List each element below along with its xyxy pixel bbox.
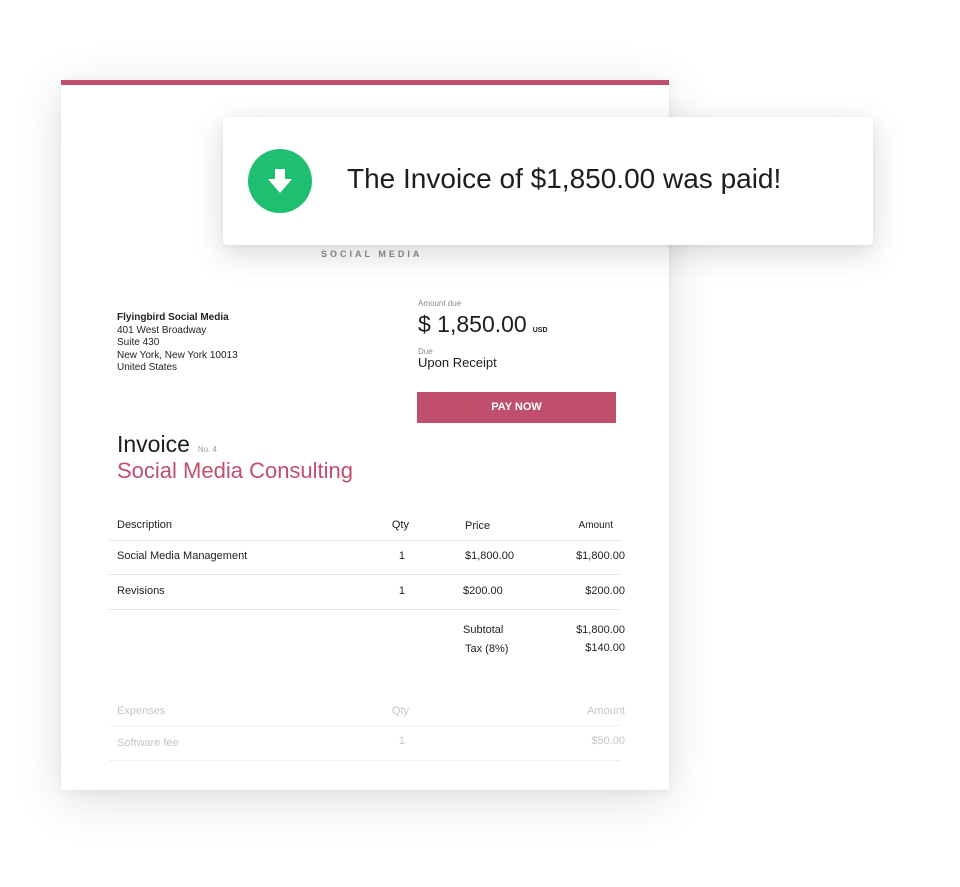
sender-company: Flyingbird Social Media bbox=[117, 312, 229, 323]
invoice-subject: Social Media Consulting bbox=[117, 458, 354, 483]
row-description: Social Media Management bbox=[117, 550, 248, 562]
amount-currency: USD bbox=[532, 327, 548, 334]
amount-due-label: Amount due bbox=[418, 299, 462, 308]
sender-country: United States bbox=[117, 362, 178, 374]
expenses-header-qty: Qty bbox=[391, 705, 409, 717]
subtotal-value: $1,800.00 bbox=[576, 624, 625, 636]
tax-value: $140.00 bbox=[585, 642, 625, 654]
row-price: $1,800.00 bbox=[465, 550, 514, 562]
download-arrow-glyph bbox=[268, 169, 292, 193]
table-divider bbox=[109, 540, 620, 541]
col-header-qty: Qty bbox=[391, 519, 409, 531]
tax-label: Tax (8%) bbox=[465, 643, 509, 655]
pay-now-button[interactable]: PAY NOW bbox=[417, 392, 616, 423]
sender-address: Flyingbird Social Media 401 West Broadwa… bbox=[117, 312, 238, 375]
col-header-description: Description bbox=[117, 519, 173, 531]
amount-due: $ 1,850.00 USD bbox=[418, 311, 548, 338]
expense-qty: 1 bbox=[398, 735, 405, 747]
sender-address-line1: 401 West Broadway bbox=[117, 324, 207, 336]
row-qty: 1 bbox=[398, 585, 405, 597]
toast-message: The Invoice of $1,850.00 was paid! bbox=[347, 163, 782, 194]
expenses-header-description: Expenses bbox=[117, 705, 166, 717]
expenses-header-amount: Amount bbox=[587, 705, 625, 717]
due-value: Upon Receipt bbox=[418, 355, 497, 370]
payment-toast: The Invoice of $1,850.00 was paid! bbox=[223, 117, 873, 245]
table-divider bbox=[109, 760, 620, 761]
accent-bar bbox=[61, 80, 669, 85]
row-qty: 1 bbox=[398, 550, 405, 562]
invoice-number: No. 4 bbox=[197, 445, 217, 454]
sender-address-line2: Suite 430 bbox=[117, 337, 160, 349]
table-divider bbox=[109, 574, 620, 575]
expense-description: Software fee bbox=[117, 737, 179, 749]
row-amount: $200.00 bbox=[585, 585, 625, 597]
row-description: Revisions bbox=[117, 585, 165, 597]
stage: SOCIAL MEDIA Flyingbird Social Media 401… bbox=[0, 0, 960, 887]
expense-amount: $50.00 bbox=[591, 735, 625, 747]
invoice-heading: Invoice No. 4 bbox=[117, 431, 217, 458]
brand-tagline: SOCIAL MEDIA bbox=[321, 249, 423, 259]
row-amount: $1,800.00 bbox=[576, 550, 625, 562]
table-divider bbox=[109, 725, 620, 726]
col-header-amount: Amount bbox=[578, 520, 613, 531]
invoice-title: Invoice bbox=[117, 431, 190, 457]
row-price: $200.00 bbox=[463, 585, 503, 597]
subtotal-label: Subtotal bbox=[463, 624, 504, 636]
sender-city: New York, New York 10013 bbox=[117, 349, 238, 361]
col-header-price: Price bbox=[465, 520, 491, 532]
amount-due-value: $ 1,850.00 bbox=[418, 311, 527, 337]
download-arrow-icon bbox=[248, 149, 312, 213]
table-divider bbox=[109, 609, 620, 610]
